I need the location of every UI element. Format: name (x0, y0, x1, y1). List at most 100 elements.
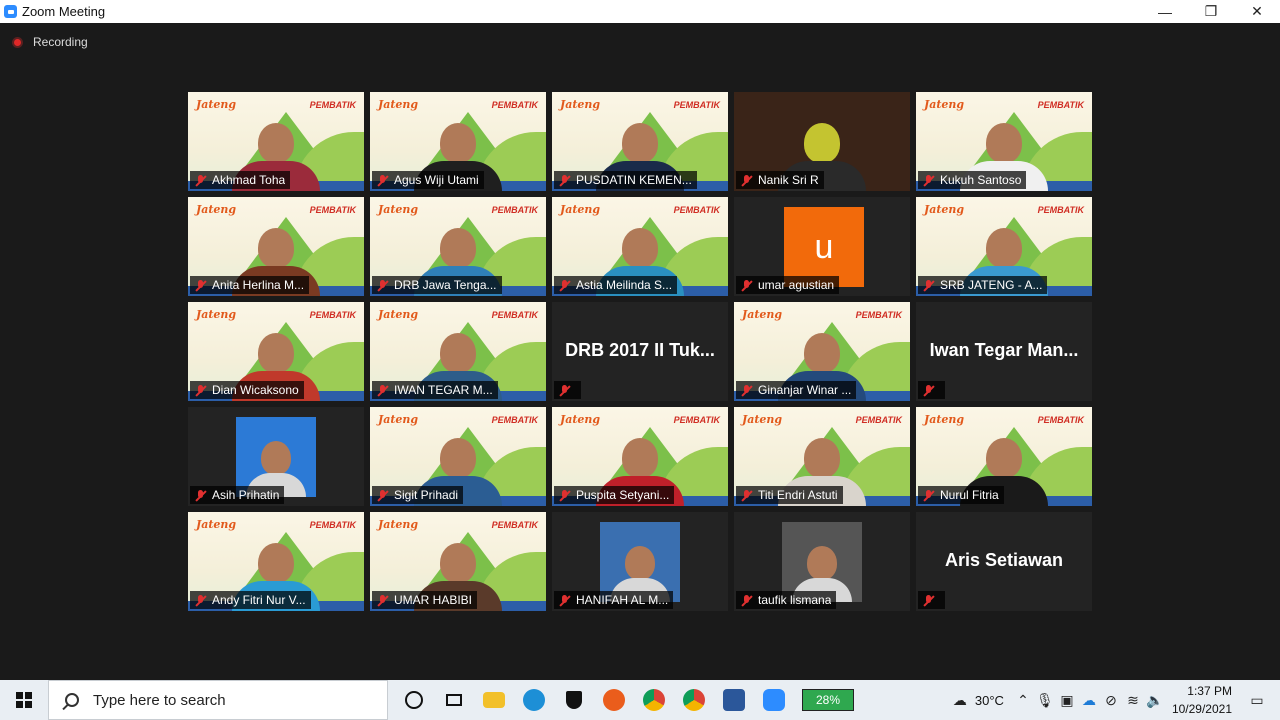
close-button[interactable]: ✕ (1234, 0, 1280, 23)
start-button[interactable] (0, 680, 48, 720)
participant-nameplate: Puspita Setyani... (554, 486, 675, 504)
participant-tile[interactable]: HANIFAH AL M... (552, 512, 728, 611)
background-logo: PEMBATIK (491, 520, 538, 530)
cortana-button[interactable] (394, 680, 434, 720)
chrome-button[interactable] (634, 680, 674, 720)
participant-display-name: Aris Setiawan (944, 550, 1064, 570)
participant-tile[interactable]: Jateng PEMBATIK Kukuh Santoso (916, 92, 1092, 191)
chrome-icon (683, 689, 705, 711)
muted-mic-icon (558, 384, 571, 397)
muted-mic-icon (922, 594, 935, 607)
restore-button[interactable]: ❐ (1188, 0, 1234, 23)
recording-label: Recording (33, 35, 88, 49)
participant-name: Agus Wiji Utami (394, 173, 479, 187)
participant-name: PUSDATIN KEMEN... (576, 173, 692, 187)
security-button[interactable] (554, 680, 594, 720)
participant-tile[interactable]: taufik lismana (734, 512, 910, 611)
participant-tile[interactable]: Nanik Sri R (734, 92, 910, 191)
participant-nameplate: PUSDATIN KEMEN... (554, 171, 697, 189)
muted-mic-icon (922, 489, 935, 502)
zoom-button[interactable] (754, 680, 794, 720)
participant-tile[interactable]: Jateng PEMBATIK SRB JATENG - A... (916, 197, 1092, 296)
chevron-up-icon[interactable]: ⌃ (1012, 680, 1034, 720)
participant-tile[interactable]: Jateng PEMBATIK Dian Wicaksono (188, 302, 364, 401)
taskbar-search[interactable]: Type here to search (48, 680, 388, 720)
participant-video (600, 522, 680, 602)
background-logo: PEMBATIK (491, 100, 538, 110)
participant-tile[interactable]: Jateng PEMBATIK Agus Wiji Utami (370, 92, 546, 191)
participant-tile[interactable]: Jateng PEMBATIK Akhmad Toha (188, 92, 364, 191)
background-logo: Jateng (924, 98, 965, 111)
recording-dot-icon (12, 36, 23, 48)
file-explorer-button[interactable] (474, 680, 514, 720)
window-controls: — ❐ ✕ (1142, 0, 1280, 23)
participant-tile[interactable]: Jateng PEMBATIK UMAR HABIBI (370, 512, 546, 611)
participant-video (782, 522, 862, 602)
chrome-icon (643, 689, 665, 711)
volume-icon[interactable]: 🔈 (1144, 680, 1166, 720)
background-logo: Jateng (378, 413, 419, 426)
muted-mic-icon (376, 174, 389, 187)
participant-tile[interactable]: Iwan Tegar Man... (916, 302, 1092, 401)
participant-tile[interactable]: Jateng PEMBATIK Sigit Prihadi (370, 407, 546, 506)
battery-indicator[interactable]: 28% (802, 689, 854, 711)
muted-mic-icon (740, 384, 753, 397)
participant-name: Kukuh Santoso (940, 173, 1022, 187)
participant-tile[interactable]: Asih Prihatin (188, 407, 364, 506)
muted-mic-icon (740, 279, 753, 292)
participant-name: HANIFAH AL M... (576, 593, 669, 607)
edge-icon (523, 689, 545, 711)
firefox-button[interactable] (594, 680, 634, 720)
participant-tile[interactable]: Jateng PEMBATIK IWAN TEGAR M... (370, 302, 546, 401)
chrome-button-2[interactable] (674, 680, 714, 720)
participant-nameplate: Nurul Fitria (918, 486, 1004, 504)
muted-mic-icon (376, 279, 389, 292)
participant-tile[interactable]: Jateng PEMBATIK DRB Jawa Tenga... (370, 197, 546, 296)
word-icon (723, 689, 745, 711)
participant-tile[interactable]: Jateng PEMBATIK PUSDATIN KEMEN... (552, 92, 728, 191)
edge-button[interactable] (514, 680, 554, 720)
notification-icon[interactable]: ▭ (1246, 680, 1268, 720)
participant-tile[interactable]: Jateng PEMBATIK Anita Herlina M... (188, 197, 364, 296)
camera-icon[interactable]: ▣ (1056, 680, 1078, 720)
participant-tile[interactable]: Aris Setiawan (916, 512, 1092, 611)
participant-nameplate: UMAR HABIBI (372, 591, 478, 609)
background-logo: PEMBATIK (673, 100, 720, 110)
muted-mic-icon (922, 279, 935, 292)
word-button[interactable] (714, 680, 754, 720)
weather-icon[interactable]: ☁ (949, 680, 971, 720)
participant-nameplate: Anita Herlina M... (190, 276, 310, 294)
task-view-button[interactable] (434, 680, 474, 720)
zoom-icon (763, 689, 785, 711)
participant-nameplate: Astia Meilinda S... (554, 276, 678, 294)
participant-tile[interactable]: Jateng PEMBATIK Astia Meilinda S... (552, 197, 728, 296)
temperature[interactable]: 30°C (975, 693, 1004, 708)
minimize-button[interactable]: — (1142, 0, 1188, 23)
background-logo: Jateng (196, 203, 237, 216)
participant-name: Asih Prihatin (212, 488, 280, 502)
participant-nameplate: Titi Endri Astuti (736, 486, 843, 504)
participant-nameplate: Sigit Prihadi (372, 486, 464, 504)
participant-nameplate (554, 381, 581, 399)
search-placeholder: Type here to search (93, 691, 226, 709)
microphone-icon[interactable]: 🎙 (1034, 680, 1056, 720)
recording-indicator[interactable]: Recording (12, 35, 88, 49)
background-logo: Jateng (196, 518, 237, 531)
participant-tile[interactable]: DRB 2017 II Tuk... (552, 302, 728, 401)
participant-tile[interactable]: Jateng PEMBATIK Nurul Fitria (916, 407, 1092, 506)
participant-name: IWAN TEGAR M... (394, 383, 493, 397)
participant-name: SRB JATENG - A... (940, 278, 1043, 292)
participant-nameplate: IWAN TEGAR M... (372, 381, 498, 399)
participant-tile[interactable]: Jateng PEMBATIK Ginanjar Winar ... (734, 302, 910, 401)
onedrive-icon[interactable]: ☁ (1078, 680, 1100, 720)
participant-tile[interactable]: Jateng PEMBATIK Titi Endri Astuti (734, 407, 910, 506)
window-title: Zoom Meeting (22, 4, 106, 19)
muted-mic-icon (194, 279, 207, 292)
participant-tile[interactable]: u umar agustian (734, 197, 910, 296)
participant-tile[interactable]: Jateng PEMBATIK Andy Fitri Nur V... (188, 512, 364, 611)
wifi-icon[interactable]: ≋ (1122, 680, 1144, 720)
clock[interactable]: 1:37 PM 10/29/2021 (1172, 682, 1232, 718)
muted-mic-icon (194, 174, 207, 187)
network-error-icon[interactable]: ⊘ (1100, 680, 1122, 720)
participant-tile[interactable]: Jateng PEMBATIK Puspita Setyani... (552, 407, 728, 506)
